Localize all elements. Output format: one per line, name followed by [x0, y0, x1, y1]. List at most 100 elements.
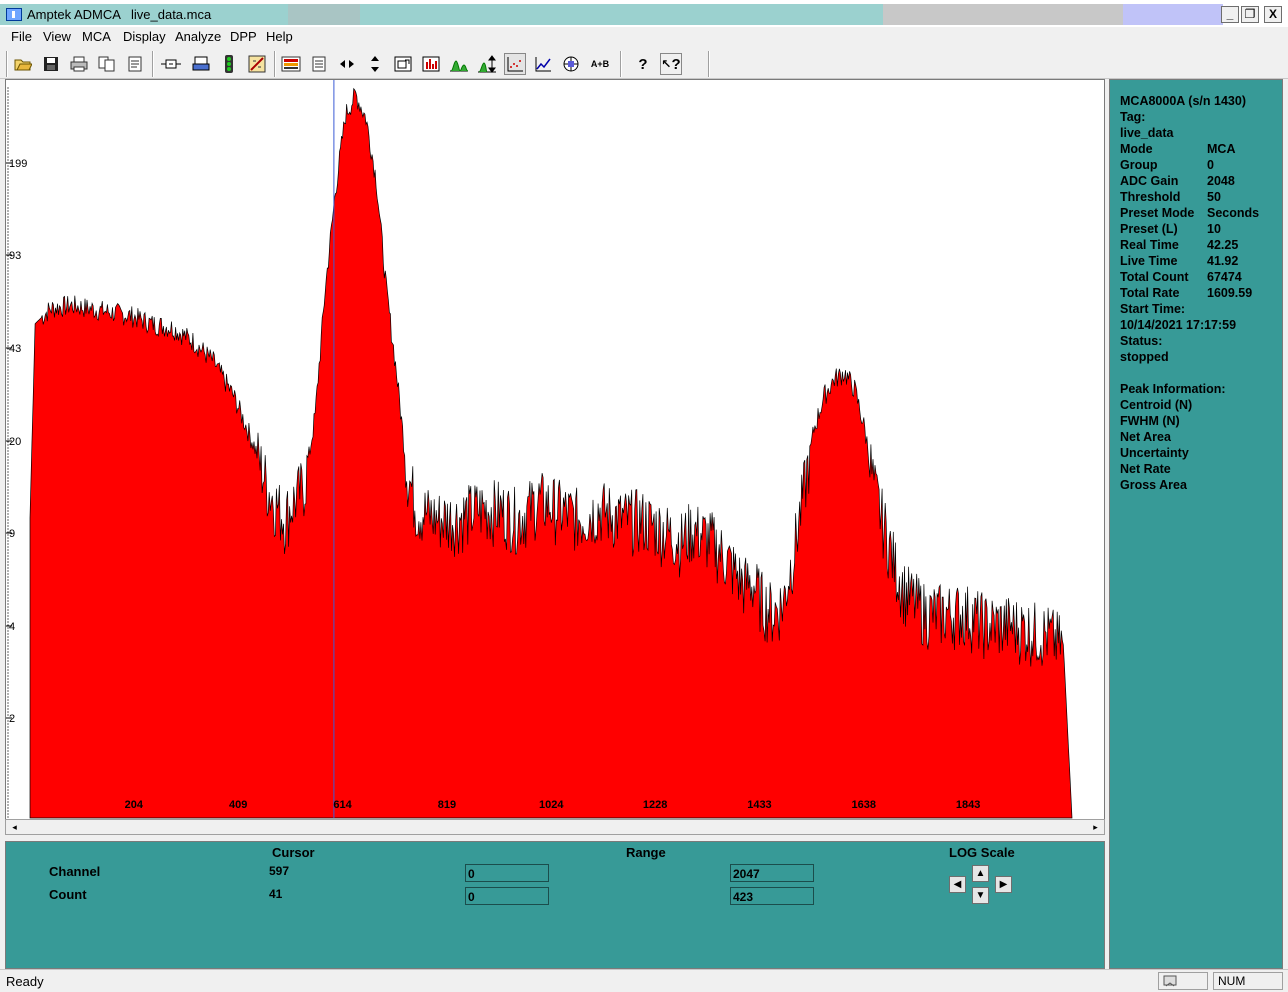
log-right-button[interactable]: ▶ [995, 876, 1012, 893]
file-name: live_data.mca [131, 7, 212, 22]
calibrate-icon[interactable] [246, 53, 268, 75]
x-tick-label: 1024 [539, 799, 564, 811]
y-tick-label: 43 [9, 343, 21, 355]
net-rate-label: Net Rate [1120, 462, 1171, 476]
log-scale-icon[interactable] [504, 53, 526, 75]
y-tick-label: 4 [9, 621, 15, 633]
arrow-up-icon: ▲ [975, 868, 986, 879]
roi-icon[interactable] [560, 53, 582, 75]
x-tick-label: 1228 [643, 799, 667, 811]
menu-mca[interactable]: MCA [82, 29, 111, 44]
range-header: Range [626, 845, 666, 860]
spectrum-display[interactable]: 199 93 43 20 9 4 2 204 409 614 819 1024 1228 1433 163… [5, 79, 1105, 835]
channel-label: Channel [49, 864, 101, 879]
printer-setup-icon[interactable] [190, 53, 212, 75]
scroll-right-icon[interactable]: ▸ [1089, 821, 1102, 834]
group-value: 0 [1207, 158, 1214, 172]
horizontal-scrollbar[interactable]: ◂ ▸ [5, 819, 1105, 835]
log-up-button[interactable]: ▲ [972, 865, 989, 882]
app-icon [6, 8, 22, 21]
menu-display[interactable]: Display [123, 29, 166, 44]
start-time-label: Start Time: [1120, 302, 1186, 316]
centroid-label: Centroid (N) [1120, 398, 1193, 412]
peak-icon[interactable] [448, 53, 470, 75]
y-tick-label: 93 [9, 250, 21, 262]
add-spectra-icon[interactable]: A+B [588, 53, 612, 75]
context-help-icon[interactable]: ↖? [660, 53, 682, 75]
spectrum-chart[interactable]: 199 93 43 20 9 4 2 204 409 614 819 1024 1228 1433 163… [6, 80, 1104, 820]
threshold-label: Threshold [1120, 190, 1181, 204]
traffic-light-icon[interactable] [218, 53, 240, 75]
range-count-high-field[interactable]: 423 [730, 887, 814, 905]
cursor-count-value: 41 [269, 887, 283, 901]
range-count-low-field[interactable]: 0 [465, 887, 549, 905]
menu-help[interactable]: Help [266, 29, 293, 44]
cursor-range-panel: Cursor Range LOG Scale Channel Count 597… [5, 841, 1105, 969]
device-label: MCA8000A (s/n 1430) [1120, 94, 1246, 108]
x-tick-label: 204 [125, 799, 144, 811]
menu-bar: File View MCA Display Analyze DPP Help [0, 27, 1288, 47]
pointer-arrow-icon: ↖ [661, 57, 672, 71]
peak-info-header: Peak Information: [1120, 382, 1226, 396]
open-icon[interactable] [12, 53, 34, 75]
start-time-value: 10/14/2021 17:17:59 [1120, 318, 1237, 332]
preset-label: Preset (L) [1120, 222, 1178, 236]
status-label: Status: [1120, 334, 1163, 348]
help-icon[interactable]: ? [632, 53, 654, 75]
zoom-box-icon[interactable] [392, 53, 414, 75]
menu-file[interactable]: File [11, 29, 32, 44]
range-channel-high-field[interactable]: 2047 [730, 864, 814, 882]
auto-scale-icon[interactable] [476, 53, 498, 75]
toolbar-separator [152, 51, 154, 77]
tag-value: live_data [1120, 126, 1174, 140]
toolbar: A+B ? ↖? [0, 47, 1288, 79]
close-button[interactable]: X [1264, 6, 1282, 23]
num-lock-indicator: NUM [1213, 972, 1283, 990]
status-value: stopped [1120, 350, 1169, 364]
log-down-button[interactable]: ▼ [972, 887, 989, 904]
save-icon[interactable] [40, 53, 62, 75]
menu-dpp[interactable]: DPP [230, 29, 257, 44]
log-left-button[interactable]: ◀ [949, 876, 966, 893]
menu-analyze[interactable]: Analyze [175, 29, 221, 44]
document-icon[interactable] [308, 53, 330, 75]
arrow-down-icon: ▼ [975, 890, 986, 901]
print-icon[interactable] [68, 53, 90, 75]
title-band [1123, 4, 1223, 25]
restore-button[interactable]: ❐ [1241, 6, 1259, 23]
fwhm-label: FWHM (N) [1120, 414, 1180, 428]
minimize-button[interactable]: _ [1221, 6, 1239, 23]
title-bar: Amptek ADMCA live_data.mca _ ❐ X [0, 0, 1288, 27]
status-text: Ready [6, 974, 44, 989]
menu-view[interactable]: View [43, 29, 71, 44]
connect-icon[interactable] [160, 53, 182, 75]
x-tick-label: 819 [438, 799, 456, 811]
colors-icon[interactable] [280, 53, 302, 75]
spectrum-area [29, 87, 1073, 819]
live-time-label: Live Time [1120, 254, 1178, 268]
gross-area-label: Gross Area [1120, 478, 1187, 492]
status-bar: Ready NUM [0, 969, 1288, 992]
cursor-header: Cursor [272, 845, 315, 860]
uncertainty-label: Uncertainty [1120, 446, 1189, 460]
line-mode-icon[interactable] [532, 53, 554, 75]
threshold-value: 50 [1207, 190, 1221, 204]
copy-icon[interactable] [96, 53, 118, 75]
total-rate-value: 1609.59 [1207, 286, 1253, 300]
report-icon[interactable] [124, 53, 146, 75]
live-time-value: 41.92 [1207, 254, 1239, 268]
vertical-zoom-icon[interactable] [364, 53, 386, 75]
group-label: Group [1120, 158, 1158, 172]
title-band [288, 4, 360, 25]
toolbar-separator [620, 51, 622, 77]
context-help-label: ? [671, 55, 681, 73]
range-channel-low-field[interactable]: 0 [465, 864, 549, 882]
horizontal-zoom-icon[interactable] [336, 53, 358, 75]
x-tick-label: 1638 [852, 799, 876, 811]
x-tick-label: 1433 [747, 799, 771, 811]
bar-mode-icon[interactable] [420, 53, 442, 75]
count-label: Count [49, 887, 87, 902]
scroll-left-icon[interactable]: ◂ [8, 821, 21, 834]
arrow-right-icon: ▶ [999, 879, 1008, 890]
cursor-channel-value: 597 [269, 864, 290, 878]
